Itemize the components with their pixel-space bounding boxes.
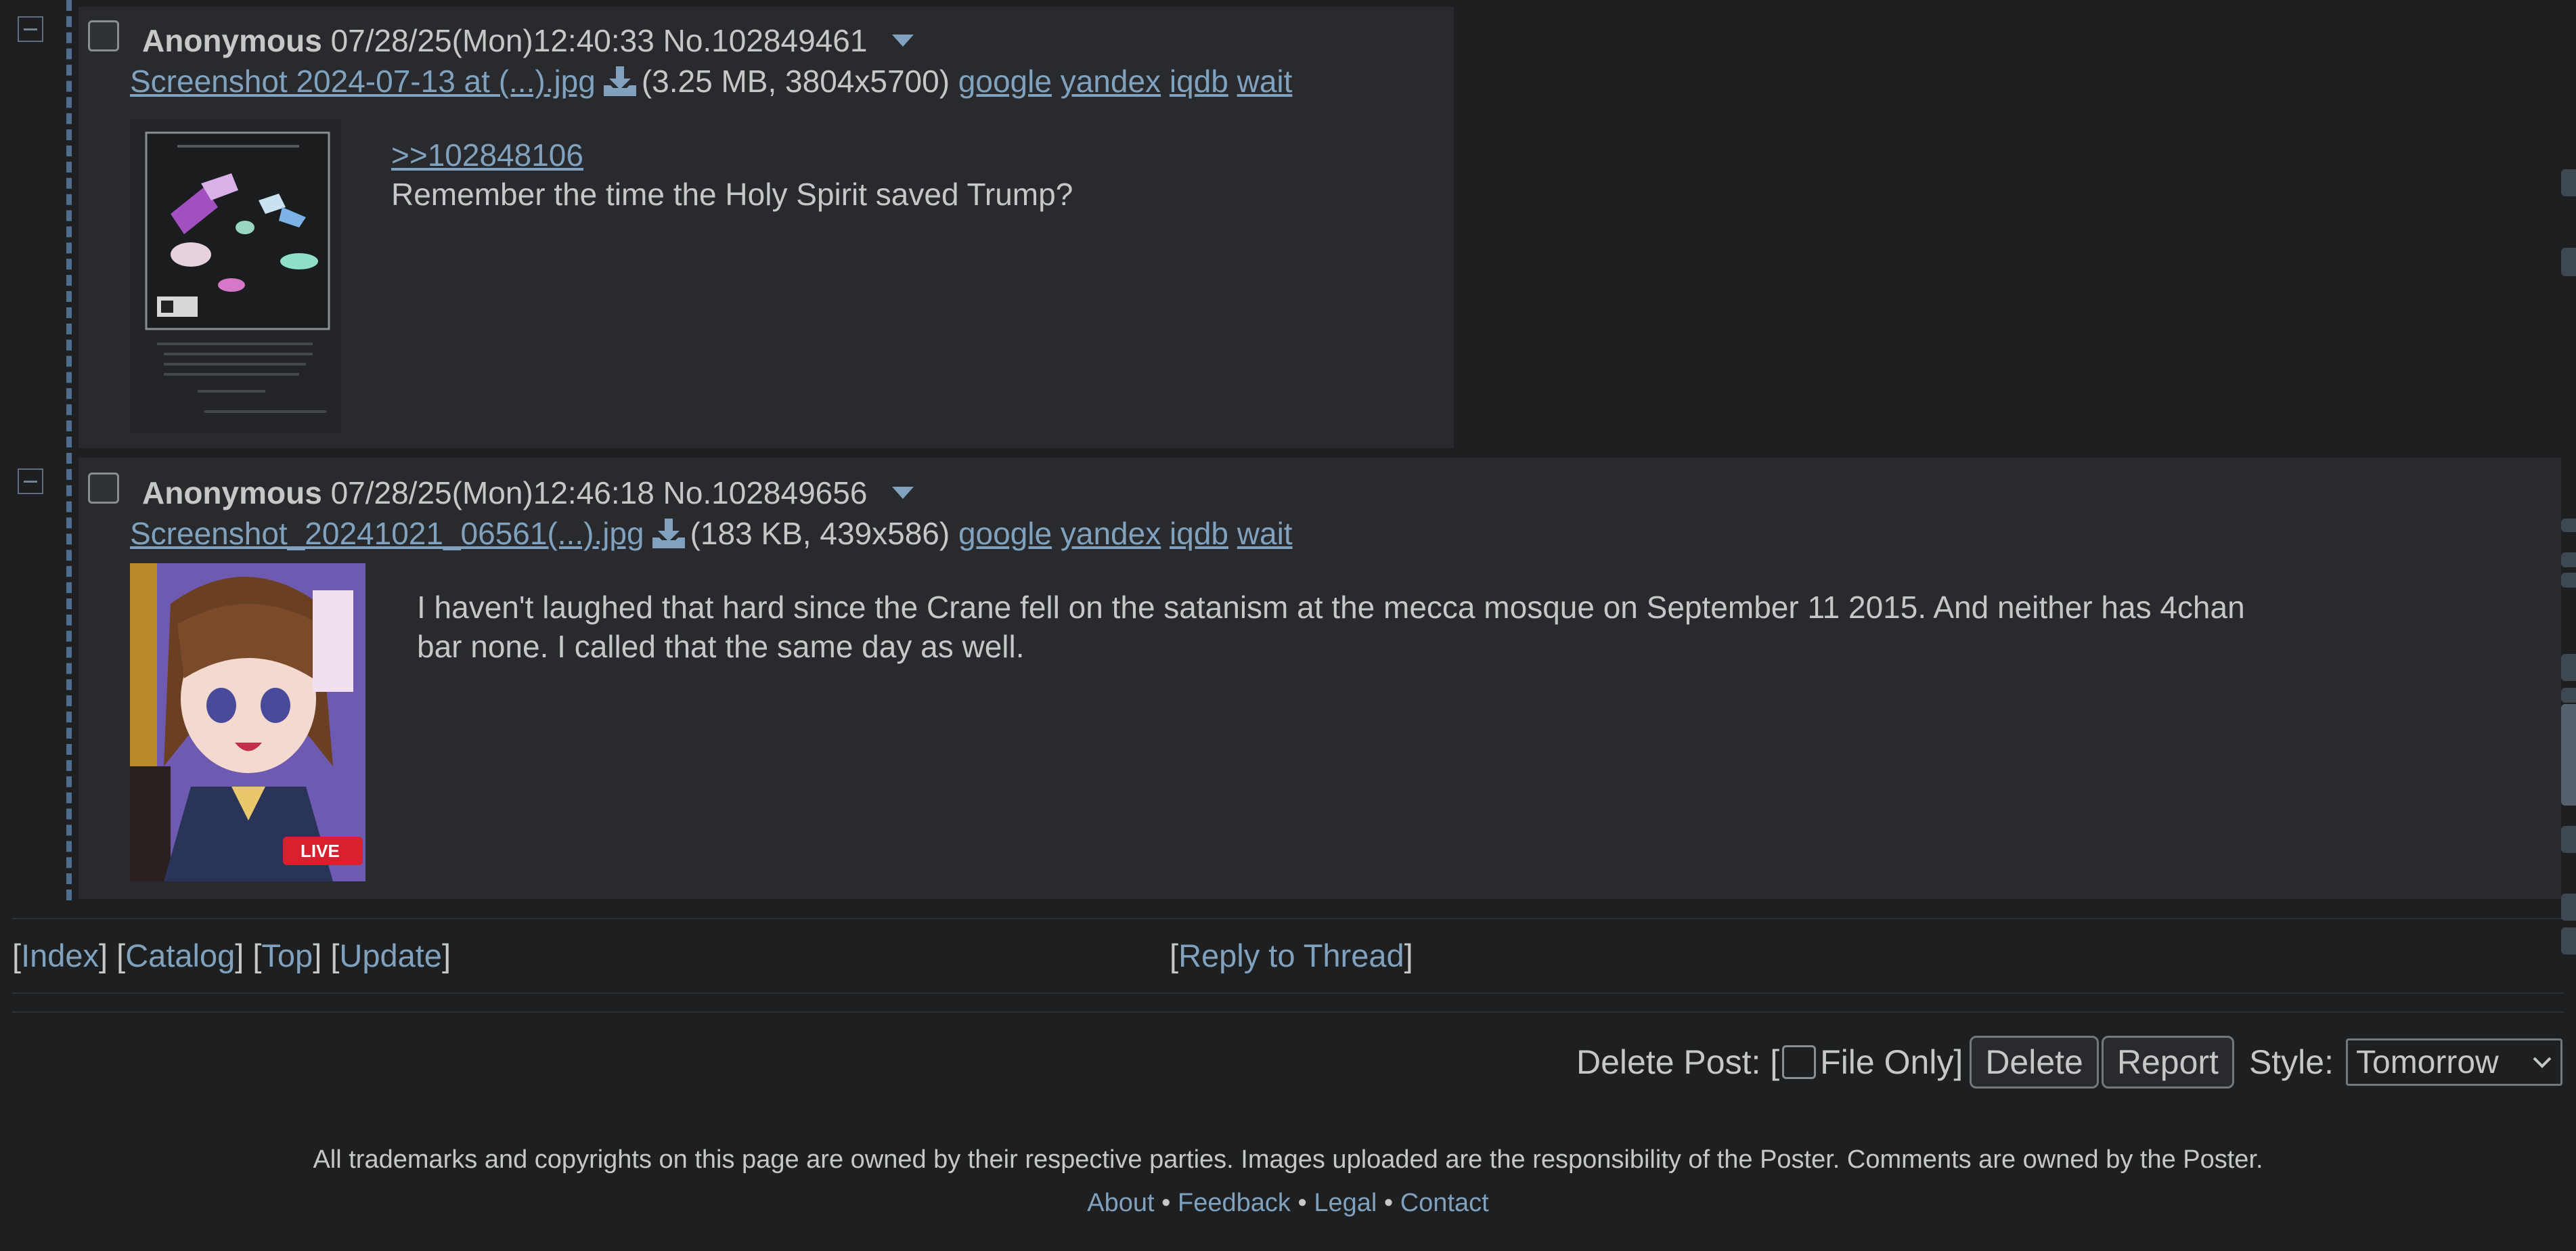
post-comment: >>102848106 Remember the time the Holy S… [391,135,1073,214]
nav-top-link[interactable]: Top [261,938,313,973]
reply-nav: [Reply to Thread] [1170,938,1413,973]
file-info-line: Screenshot 2024-07-13 at (...).jpg (3.25 … [130,62,1292,100]
reply-post: Anonymous 07/28/25(Mon)12:40:33 No.10284… [79,7,1454,448]
scroll-marker[interactable] [2561,519,2576,532]
search-wait-link[interactable]: wait [1237,516,1293,551]
footer-about-link[interactable]: About [1087,1189,1154,1217]
quote-link[interactable]: >>102848106 [391,137,583,173]
comment-text: Remember the time the Holy Spirit saved … [391,177,1073,212]
file-link[interactable]: Screenshot_20241021_06561(...).jpg [130,516,644,551]
nav-catalog-link[interactable]: Catalog [125,938,235,973]
chevron-down-icon [2533,1057,2552,1068]
footer-notice: All trademarks and copyrights on this pa… [313,1145,2263,1174]
comment-text: I haven't laughed that hard since the Cr… [417,590,2245,625]
scroll-marker[interactable] [2561,654,2576,681]
search-iqdb-link[interactable]: iqdb [1170,516,1228,551]
post-datetime: 07/28/25(Mon)12:40:33 [330,23,654,58]
scroll-marker[interactable] [2561,704,2576,806]
scroll-marker[interactable] [2561,688,2576,703]
file-details: (183 KB, 439x586) [690,516,950,551]
collapse-post-button[interactable] [18,468,43,494]
download-icon[interactable] [602,66,638,96]
live-badge: LIVE [301,841,340,861]
file-only-checkbox[interactable] [1782,1045,1817,1079]
style-select-value: Tomorrow [2356,1044,2499,1080]
scroll-marker[interactable] [2561,248,2576,276]
post-header: Anonymous 07/28/25(Mon)12:46:18 No.10284… [142,474,914,512]
post-select-checkbox[interactable] [88,20,119,51]
reply-post: Anonymous 07/28/25(Mon)12:46:18 No.10284… [79,458,2561,899]
file-info-line: Screenshot_20241021_06561(...).jpg (183 K… [130,514,1293,552]
poster-name: Anonymous [142,475,322,510]
divider [12,918,2564,919]
download-icon[interactable] [651,519,686,548]
post-header: Anonymous 07/28/25(Mon)12:40:33 No.10284… [142,22,914,60]
post-thumbnail[interactable]: LIVE [130,563,365,881]
nav-index-link[interactable]: Index [21,938,99,973]
file-only-label: File Only] [1820,1043,1963,1081]
scroll-marker[interactable] [2561,573,2576,588]
thread-nav: [Index] [Catalog] [Top] [Update] [12,938,451,973]
divider [12,1011,2564,1013]
delete-post-label: Delete Post: [ [1576,1043,1780,1081]
footer-links: About • Feedback • Legal • Contact [1087,1189,1489,1217]
scroll-marker[interactable] [2561,894,2576,921]
footer-feedback-link[interactable]: Feedback [1178,1189,1291,1217]
file-details: (3.25 MB, 3804x5700) [641,64,950,99]
search-google-link[interactable]: google [958,64,1052,99]
scroll-marker[interactable] [2561,169,2576,196]
footer-contact-link[interactable]: Contact [1400,1189,1489,1217]
reply-to-thread-link[interactable]: Reply to Thread [1178,938,1404,973]
delete-button[interactable]: Delete [1970,1036,2099,1089]
search-wait-link[interactable]: wait [1237,64,1293,99]
search-iqdb-link[interactable]: iqdb [1170,64,1228,99]
delete-post-form: Delete Post: [ File Only] Delete Report S… [1576,1036,2562,1089]
divider [12,992,2564,994]
post-thumbnail[interactable] [130,119,341,433]
scroll-marker[interactable] [2561,826,2576,853]
post-comment: I haven't laughed that hard since the Cr… [417,588,2515,666]
reply-guide-line [66,0,72,900]
post-number[interactable]: No.102849461 [663,23,868,58]
poster-name: Anonymous [142,23,322,58]
file-link[interactable]: Screenshot 2024-07-13 at (...).jpg [130,64,596,99]
footer-legal-link[interactable]: Legal [1314,1189,1377,1217]
search-google-link[interactable]: google [958,516,1052,551]
post-menu-arrow-icon[interactable] [892,34,914,47]
nav-update-link[interactable]: Update [339,938,442,973]
collapse-post-button[interactable] [18,16,43,42]
post-datetime: 07/28/25(Mon)12:46:18 [330,475,654,510]
comment-text: bar none. I called that the same day as … [417,629,1025,664]
post-number[interactable]: No.102849656 [663,475,868,510]
scroll-marker[interactable] [2561,927,2576,954]
style-select[interactable]: Tomorrow [2346,1038,2562,1086]
post-select-checkbox[interactable] [88,473,119,504]
report-button[interactable]: Report [2101,1036,2234,1089]
search-yandex-link[interactable]: yandex [1061,64,1161,99]
style-label: Style: [2248,1043,2334,1081]
search-yandex-link[interactable]: yandex [1061,516,1161,551]
post-menu-arrow-icon[interactable] [892,486,914,499]
scroll-marker[interactable] [2561,552,2576,567]
